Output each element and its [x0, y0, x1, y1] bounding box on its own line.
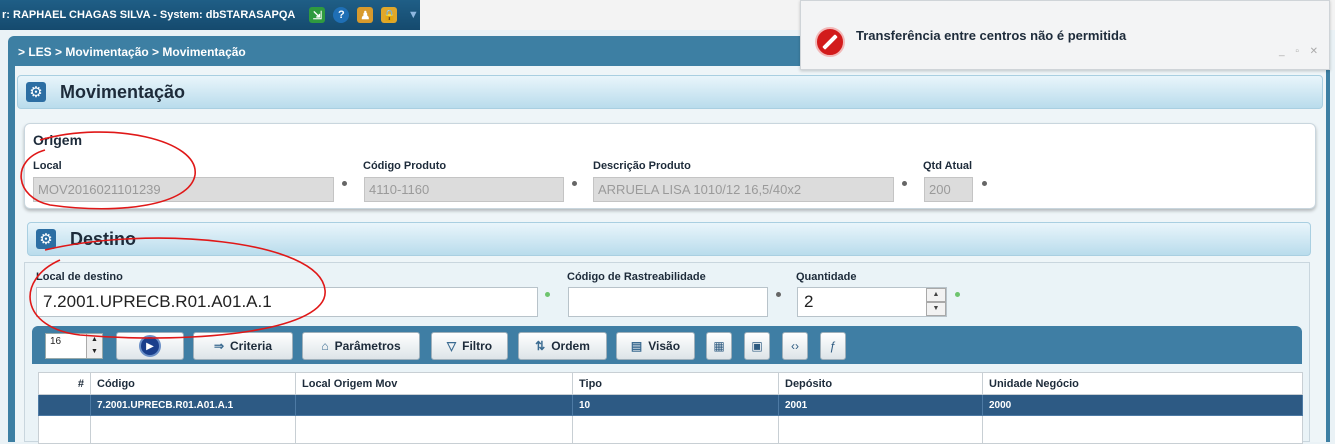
table-cell	[90, 415, 296, 444]
excel-icon: ▦	[713, 339, 725, 353]
column-header[interactable]: Local Origem Mov	[295, 372, 573, 395]
stepper-up-icon[interactable]: ▲	[86, 334, 102, 346]
visao-button[interactable]: ▤ Visão	[616, 332, 695, 360]
error-notification[interactable]: Transferência entre centros não é permit…	[800, 0, 1330, 70]
run-button[interactable]: ▶	[116, 332, 184, 360]
chevron-down-icon[interactable]: ▼	[405, 7, 421, 23]
status-dot	[572, 181, 577, 186]
page-header: ⚙ Movimentação	[17, 75, 1323, 109]
parametros-label: Parâmetros	[334, 339, 401, 353]
column-header[interactable]: Unidade Negócio	[982, 372, 1303, 395]
table-cell	[295, 394, 573, 416]
local-field[interactable]: MOV2016021101239	[33, 177, 334, 202]
destino-header: ⚙ Destino	[27, 222, 1311, 256]
save-icon: ▣	[751, 339, 763, 353]
table-cell: 2000	[982, 394, 1303, 416]
window-controls-icon[interactable]: _ ▫ ✕	[1279, 46, 1322, 57]
filter-icon: ▽	[446, 339, 457, 353]
quantidade-label: Quantidade	[796, 271, 857, 283]
criteria-label: Criteria	[230, 339, 273, 353]
ordem-button[interactable]: ⇅ Ordem	[518, 332, 607, 360]
gear-icon: ⚙	[26, 82, 46, 102]
destino-title: Destino	[70, 228, 137, 249]
qtd-label: Qtd Atual	[923, 160, 973, 172]
status-dot	[776, 292, 781, 297]
table-cell	[572, 415, 779, 444]
origem-legend: Origem	[33, 132, 83, 148]
local-destino-label: Local de destino	[36, 271, 123, 283]
descricao-field[interactable]: ARRUELA LISA 1010/12 16,5/40x2	[593, 177, 894, 202]
help-icon[interactable]: ?	[333, 7, 350, 23]
column-header[interactable]: #	[38, 372, 91, 395]
codigo-produto-label: Código Produto	[363, 160, 447, 172]
column-header[interactable]: Código	[90, 372, 296, 395]
top-icons: ⇲ ? ♟ 🔒 ▼	[309, 7, 421, 23]
function-button[interactable]: ƒ	[820, 332, 846, 360]
breadcrumb: > LES > Movimentação > Movimentação	[18, 45, 246, 59]
column-header[interactable]: Depósito	[778, 372, 983, 395]
rastreabilidade-input[interactable]	[568, 287, 768, 317]
ordem-label: Ordem	[551, 339, 590, 353]
rastreabilidade-label: Código de Rastreabilidade	[567, 271, 706, 283]
status-dot	[902, 181, 907, 186]
lock-icon[interactable]: 🔒	[381, 7, 398, 23]
status-dot	[955, 292, 960, 297]
export-icon[interactable]: ⇲	[309, 7, 326, 23]
user-system-label: r: RAPHAEL CHAGAS SILVA - System: dbSTAR…	[2, 9, 296, 21]
criteria-button[interactable]: ⇒ Criteria	[193, 332, 293, 360]
save-button[interactable]: ▣	[744, 332, 770, 360]
descricao-label: Descrição Produto	[593, 160, 691, 172]
play-icon: ▶	[139, 335, 161, 357]
local-label: Local	[33, 160, 62, 172]
local-destino-input[interactable]: 7.2001.UPRECB.R01.A01.A.1	[36, 287, 538, 317]
table-cell	[778, 415, 983, 444]
export-excel-button[interactable]: ▦	[706, 332, 732, 360]
tag-icon: ⌂	[321, 339, 329, 353]
table-row[interactable]: 7.2001.UPRECB.R01.A01.A.1 10 2001 2000	[38, 394, 1303, 416]
filtro-button[interactable]: ▽ Filtro	[431, 332, 508, 360]
stepper-down-icon[interactable]: ▼	[86, 346, 102, 358]
parametros-button[interactable]: ⌂ Parâmetros	[302, 332, 420, 360]
error-message: Transferência entre centros não é permit…	[856, 28, 1127, 43]
visao-label: Visão	[648, 339, 681, 353]
status-dot	[342, 181, 347, 186]
page-size-stepper[interactable]: 16 ▲ ▼	[45, 333, 103, 359]
user-icon[interactable]: ♟	[357, 7, 374, 23]
table-cell: 7.2001.UPRECB.R01.A01.A.1	[90, 394, 296, 416]
quantidade-stepper[interactable]: ▲ ▼	[926, 288, 946, 316]
codigo-produto-field[interactable]: 4110-1160	[364, 177, 564, 202]
table-cell: 2001	[778, 394, 983, 416]
code-button[interactable]: ‹›	[782, 332, 808, 360]
filtro-label: Filtro	[462, 339, 493, 353]
page-title: Movimentação	[60, 81, 186, 102]
status-dot	[545, 292, 550, 297]
column-header[interactable]: Tipo	[572, 372, 779, 395]
table-cell: 10	[572, 394, 779, 416]
code-icon: ‹›	[791, 339, 799, 353]
view-icon: ▤	[630, 339, 643, 353]
table-row[interactable]	[38, 415, 1303, 444]
criteria-icon: ⇒	[213, 339, 225, 353]
page-size-value: 16	[50, 336, 62, 347]
stepper-down-icon[interactable]: ▼	[926, 302, 946, 316]
results-table: # Código Local Origem Mov Tipo Depósito …	[38, 372, 1303, 444]
table-cell	[38, 394, 91, 416]
error-icon	[815, 27, 845, 57]
gear-icon: ⚙	[36, 229, 56, 249]
sort-icon: ⇅	[535, 339, 546, 353]
table-cell	[982, 415, 1303, 444]
stepper-up-icon[interactable]: ▲	[926, 288, 946, 302]
table-cell	[295, 415, 573, 444]
qtd-field[interactable]: 200	[924, 177, 973, 202]
table-cell	[38, 415, 91, 444]
quantidade-input[interactable]: 2	[797, 287, 947, 317]
function-icon: ƒ	[829, 339, 837, 353]
table-header-row: # Código Local Origem Mov Tipo Depósito …	[38, 372, 1303, 395]
status-dot	[982, 181, 987, 186]
